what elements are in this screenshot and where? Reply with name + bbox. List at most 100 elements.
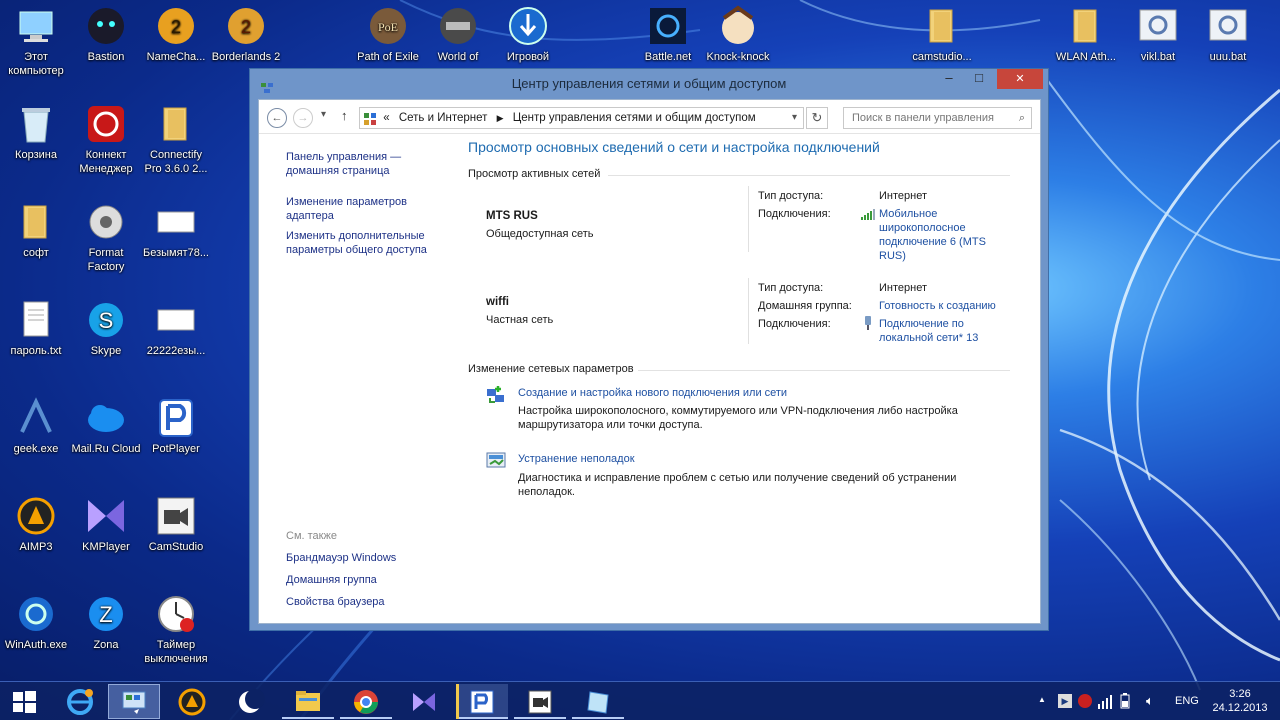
borderlands-icon: 2	[224, 4, 268, 48]
taskbar-ie-button[interactable]	[54, 684, 106, 719]
desktop-icon[interactable]: 2 Borderlands 2	[210, 4, 282, 64]
access-type-value: Интернет	[879, 282, 927, 294]
forward-button[interactable]: →	[293, 108, 313, 128]
desktop-icon[interactable]: CamStudio	[140, 494, 212, 554]
folder-icon	[920, 4, 964, 48]
control-panel-home-link[interactable]: Панель управления — домашняя страница	[286, 150, 446, 178]
recent-pages-dropdown[interactable]: ▾	[321, 109, 326, 120]
taskbar-aimp-button[interactable]	[166, 684, 218, 719]
search-icon[interactable]: ⌕	[1019, 108, 1025, 128]
desktop-icon[interactable]: софт	[0, 200, 72, 260]
desktop-icon[interactable]: uuu.bat	[1192, 4, 1264, 64]
desktop-icon[interactable]: KMPlayer	[70, 494, 142, 554]
taskbar-potplayer-button[interactable]	[456, 684, 508, 719]
desktop-icon-label: пароль.txt	[10, 345, 62, 357]
desktop-icon-label: софт	[23, 247, 49, 259]
taskbar-camstudio-button[interactable]	[514, 684, 566, 719]
desktop-icon[interactable]: Таймер выключения	[140, 592, 212, 666]
desktop-icon[interactable]: Коннект Менеджер	[70, 102, 142, 176]
desktop-icon[interactable]: 2 NameCha...	[140, 4, 212, 64]
mobile-connection-link[interactable]: Мобильное широкополосное подключение 6 (…	[879, 207, 997, 263]
breadcrumb-item[interactable]: Центр управления сетями и общим доступом	[513, 112, 756, 124]
svg-text:Z: Z	[99, 602, 112, 627]
clock[interactable]: 3:26 24.12.2013	[1204, 687, 1276, 715]
kmplayer-icon	[413, 693, 435, 711]
text-file-icon	[14, 298, 58, 342]
taskbar-moon-app-button[interactable]	[224, 684, 276, 719]
desktop-icon[interactable]: camstudio...	[906, 4, 978, 64]
language-indicator[interactable]: ENG	[1175, 695, 1199, 707]
address-dropdown-icon[interactable]: ▾	[792, 108, 797, 128]
media-tray-icon[interactable]: ▶	[1058, 694, 1072, 708]
desktop-icon[interactable]: WLAN Ath...	[1050, 4, 1122, 64]
desktop-icon[interactable]: пароль.txt	[0, 298, 72, 358]
desktop-icon[interactable]: Игровой	[492, 4, 564, 64]
advanced-sharing-settings-link[interactable]: Изменить дополнительные параметры общего…	[286, 229, 446, 257]
change-adapter-settings-link[interactable]: Изменение параметров адаптера	[286, 195, 446, 223]
clock-time: 3:26	[1229, 688, 1251, 700]
section-divider	[608, 175, 1010, 176]
maximize-button[interactable]: □	[964, 69, 994, 89]
network-tray-icon[interactable]	[1098, 692, 1112, 710]
desktop-icon[interactable]: Mail.Ru Cloud	[70, 396, 142, 456]
back-button[interactable]: ←	[267, 108, 287, 128]
desktop-icon[interactable]: Z Zona	[70, 592, 142, 652]
show-hidden-icons-button[interactable]: ▲	[1038, 695, 1046, 704]
desktop-icon-label: NameCha...	[146, 51, 206, 63]
address-bar[interactable]: « Сеть и Интернет ▶ Центр управления сет…	[359, 107, 804, 129]
refresh-button[interactable]: ↻	[806, 107, 828, 129]
volume-tray-icon[interactable]: 🔈︎	[1146, 693, 1154, 709]
namechanger-icon: 2	[154, 4, 198, 48]
desktop-icon-label: uuu.bat	[1209, 51, 1247, 63]
navigation-bar: ← → ▾ ↑ « Сеть и Интернет ▶ Центр управл…	[259, 100, 1040, 134]
image-file-icon	[154, 298, 198, 342]
change-settings-section: Изменение сетевых параметров	[468, 363, 1010, 375]
opera-tray-icon[interactable]	[1078, 694, 1092, 708]
desktop-icon[interactable]: Knock-knock	[702, 4, 774, 64]
desktop-icon[interactable]: Этот компьютер	[0, 4, 72, 78]
desktop-icon[interactable]: Connectify Pro 3.6.0 2...	[140, 102, 212, 176]
power-tray-icon[interactable]	[1118, 693, 1132, 709]
desktop-icon[interactable]: PoE Path of Exile	[352, 4, 424, 64]
breadcrumb-item[interactable]: Сеть и Интернет	[399, 112, 488, 124]
desktop-icon[interactable]: geek.exe	[0, 396, 72, 456]
desktop-icon[interactable]: Безымят78...	[140, 200, 212, 260]
chrome-icon	[354, 690, 378, 714]
desktop-icon[interactable]: Корзина	[0, 102, 72, 162]
desktop-icon[interactable]: World of	[422, 4, 494, 64]
desktop-icon[interactable]: vikl.bat	[1122, 4, 1194, 64]
new-connection-link[interactable]: Создание и настройка нового подключения …	[518, 386, 787, 400]
search-input[interactable]: Поиск в панели управления ⌕	[843, 107, 1032, 129]
desktop-icon[interactable]: S Skype	[70, 298, 142, 358]
ethernet-icon	[863, 316, 873, 330]
homegroup-link[interactable]: Готовность к созданию	[879, 299, 996, 313]
active-networks-section: Просмотр активных сетей	[468, 168, 1010, 180]
browser-properties-link[interactable]: Свойства браузера	[286, 595, 446, 609]
taskbar-notes-button[interactable]	[572, 684, 624, 719]
desktop-icon[interactable]: PotPlayer	[140, 396, 212, 456]
desktop-icon[interactable]: WinAuth.exe	[0, 592, 72, 652]
breadcrumb-chevron[interactable]: «	[383, 112, 389, 124]
firewall-link[interactable]: Брандмауэр Windows	[286, 551, 446, 565]
minimize-button[interactable]: –	[934, 69, 964, 89]
desktop-icon[interactable]: AIMP3	[0, 494, 72, 554]
desktop-icon[interactable]: Format Factory	[70, 200, 142, 274]
desktop-icon[interactable]: 22222езы...	[140, 298, 212, 358]
desktop-icon-label: Connectify Pro 3.6.0 2...	[144, 149, 208, 175]
taskbar-chrome-button[interactable]	[340, 684, 392, 719]
close-button[interactable]: ✕	[997, 69, 1043, 89]
desktop-icon[interactable]: Battle.net	[632, 4, 704, 64]
taskbar-explorer-button[interactable]	[282, 684, 334, 719]
taskbar-control-panel-button[interactable]	[108, 684, 160, 719]
start-button[interactable]	[2, 684, 46, 719]
breadcrumb-separator-icon[interactable]: ▶	[497, 113, 504, 123]
up-button[interactable]: ↑	[341, 108, 348, 123]
taskbar-kmplayer-button[interactable]	[398, 684, 450, 719]
troubleshoot-link[interactable]: Устранение неполадок	[518, 452, 635, 466]
desktop-icon[interactable]: Bastion	[70, 4, 142, 64]
homegroup-link[interactable]: Домашняя группа	[286, 573, 446, 587]
window-titlebar[interactable]: Центр управления сетями и общим доступом…	[250, 69, 1048, 98]
winauth-icon	[14, 592, 58, 636]
lan-connection-link[interactable]: Подключение по локальной сети* 13	[879, 317, 997, 345]
desktop-icon-label: Zona	[93, 639, 119, 651]
